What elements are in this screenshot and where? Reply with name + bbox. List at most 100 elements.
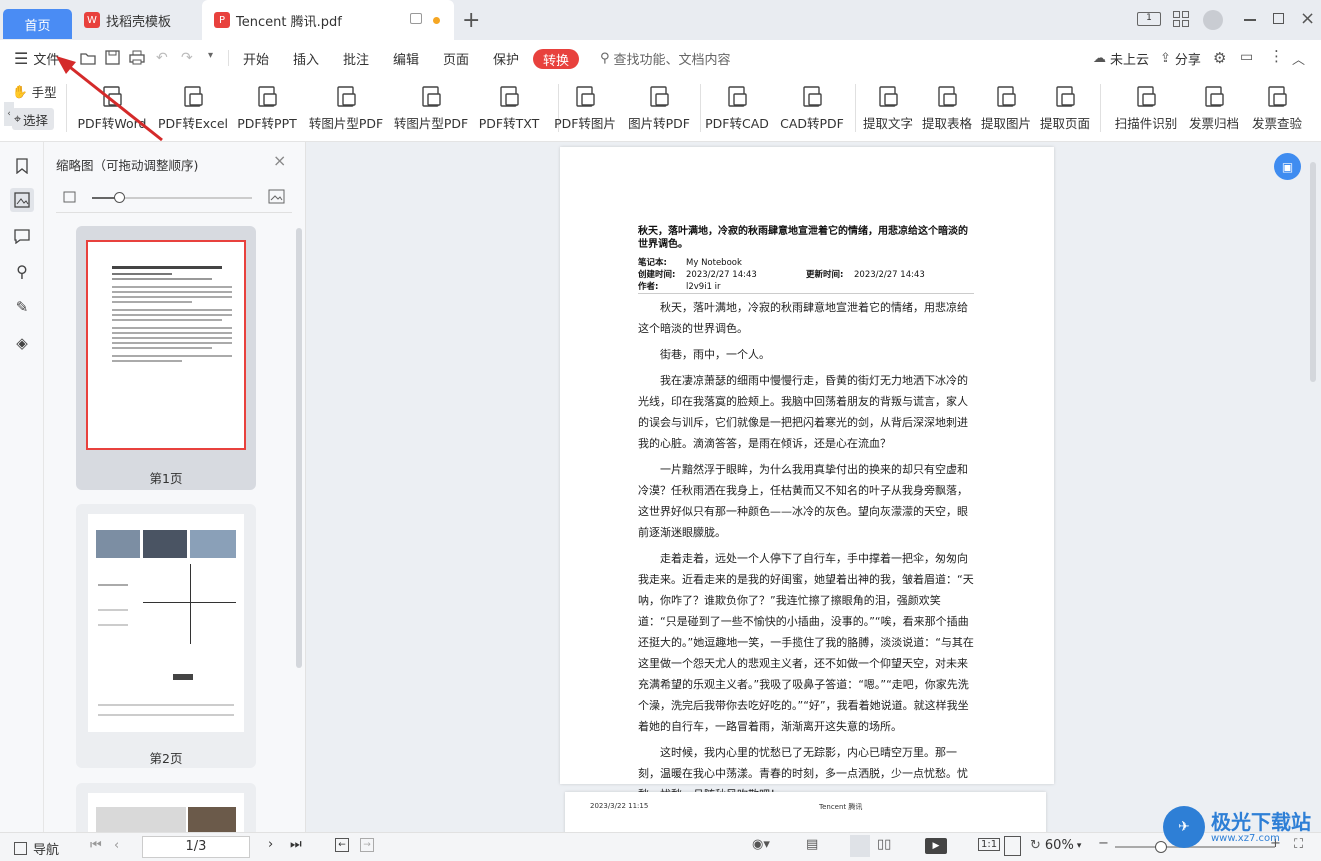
signature-icon[interactable]: ✎ (10, 295, 34, 319)
image-to-pdf-button[interactable]: 图片转PDF (614, 78, 704, 138)
minimize-icon[interactable] (1244, 19, 1256, 21)
cursor-icon: ⌖ (14, 111, 22, 126)
document-viewer: 秋天，落叶满地，冷寂的秋雨肆意地宣泄着它的情绪，用悲凉给这个暗淡的世界调色。 笔… (306, 142, 1321, 842)
prev-page-icon[interactable]: ‹ (114, 838, 119, 853)
ribbon-toolbar: ‹ ✋ 手型 ⌖ 选择 PDF转Word PDF转Excel PDF转PPT 转图片型PD… (0, 76, 1321, 142)
bookmark-icon[interactable] (10, 154, 34, 178)
page2-title: Tencent 腾讯 (819, 803, 863, 811)
fit-page-icon[interactable] (1004, 836, 1021, 856)
menu-page[interactable]: 页面 (443, 40, 469, 76)
pdf-to-ppt-label: PDF转PPT (237, 116, 297, 131)
tab-home-label: 首页 (24, 18, 51, 34)
avatar[interactable] (1203, 10, 1223, 30)
large-thumb-icon[interactable] (268, 189, 285, 204)
paragraph: 街巷，雨中，一个人。 (660, 348, 770, 361)
extract-page-button[interactable]: 提取页面 (1020, 78, 1110, 138)
thumbnail-scrollbar[interactable] (296, 228, 302, 668)
eye-protect-icon[interactable]: ◉▾ (752, 837, 770, 852)
unsaved-dot-icon (433, 17, 440, 24)
document-scrollbar[interactable] (1310, 162, 1316, 382)
zoom-dropdown[interactable]: ↻ 60% ▾ (1030, 838, 1081, 853)
scan-ocr-icon (1137, 86, 1156, 107)
pdf-to-ppt-button[interactable]: PDF转PPT (222, 78, 312, 138)
menu-protect[interactable]: 保护 (493, 40, 519, 76)
tab-home[interactable]: 首页 (3, 9, 72, 39)
redo-icon[interactable]: ↷ (181, 50, 193, 66)
grid-apps-icon[interactable] (1173, 11, 1189, 27)
menu-insert[interactable]: 插入 (293, 40, 319, 76)
menu-convert-active[interactable]: 转换 (533, 49, 580, 69)
single-page-icon[interactable]: ▤ (806, 837, 818, 852)
back-icon[interactable]: ← (335, 838, 349, 852)
to-image-pdf-button[interactable]: 转图片型PDF (301, 78, 391, 138)
comment-panel-icon[interactable] (10, 224, 34, 248)
page2-date: 2023/3/22 11:15 (590, 802, 649, 810)
to-image-pdf-2-button[interactable]: 转图片型PDF (386, 78, 476, 138)
tab-template-label: 找稻壳模板 (106, 14, 172, 30)
forward-icon[interactable]: → (360, 838, 374, 852)
collapse-ribbon-icon[interactable]: ︿ (1292, 49, 1305, 68)
select-tool[interactable]: ⌖ 选择 (12, 108, 54, 130)
menu-annotate[interactable]: 批注 (343, 40, 369, 76)
float-tool-icon[interactable]: ▣ (1274, 153, 1301, 180)
two-page-icon[interactable]: ▯▯ (877, 837, 891, 852)
quick-access-dropdown-icon[interactable]: ▾ (208, 50, 213, 61)
settings-gear-icon[interactable]: ⚙ (1213, 49, 1226, 67)
status-bar: 导航 ⏮ ‹ 1/3 › ⏭ ← → ◉▾ ▤ ▯▯ ▶ 1:1 ↻ 60% ▾ −… (0, 832, 1321, 861)
comment-icon[interactable]: ▭ (1240, 49, 1253, 65)
actual-size-icon[interactable]: 1:1 (978, 838, 1001, 851)
thumbnail-page-2[interactable]: 第2页 (76, 504, 256, 768)
pdf-to-txt-label: PDF转TXT (478, 116, 540, 131)
to-image-pdf-label: 转图片型PDF (308, 116, 384, 131)
attachment-icon[interactable]: ⚲ (10, 259, 34, 283)
maximize-icon[interactable] (1273, 13, 1284, 24)
play-icon[interactable]: ▶ (925, 838, 947, 854)
left-rail: ⚲ ✎ ◈ (0, 142, 44, 832)
thumbnail-page-2-label: 第2页 (149, 751, 183, 766)
tab-template[interactable]: W 找稻壳模板 (76, 0, 198, 40)
pdf-to-cad-label: PDF转CAD (705, 116, 769, 131)
zoom-out-icon[interactable]: − (1098, 836, 1109, 851)
thumbnail-page-3[interactable] (76, 783, 256, 832)
next-page-icon[interactable]: › (268, 837, 273, 852)
invoice-archive-icon (1205, 86, 1224, 107)
search-box[interactable]: ⚲ 查找功能、文档内容 (600, 40, 731, 76)
monitor-icon[interactable] (410, 13, 422, 24)
paragraph: 走着走着，远处一个人停下了自行车，手中撑着一把伞，匆匆向我走来。近看走来的是我的… (638, 552, 974, 733)
continuous-view-icon[interactable] (850, 835, 870, 857)
menu-start[interactable]: 开始 (243, 40, 269, 76)
tab-document[interactable]: P Tencent 腾讯.pdf (202, 0, 454, 40)
cloud-icon: ☁ (1093, 50, 1106, 66)
slider-handle[interactable] (114, 192, 125, 203)
small-thumb-icon[interactable] (63, 191, 76, 203)
close-panel-icon[interactable]: × (273, 151, 286, 170)
watermark: ✈ 极光下载站 www.xz7.com (1163, 806, 1311, 848)
cloud-status-button[interactable]: ☁ 未上云 (1093, 40, 1149, 76)
pdf-to-image-icon (576, 86, 595, 107)
pdf-to-ppt-icon (258, 86, 277, 107)
page-number-input[interactable]: 1/3 (142, 836, 250, 858)
search-icon: ⚲ (600, 50, 610, 66)
new-tab-plus-icon[interactable]: + (462, 8, 480, 33)
pdf-to-cad-icon (728, 86, 747, 107)
more-icon[interactable]: ⋮ (1269, 47, 1284, 65)
extract-table-icon (938, 86, 957, 107)
red-annotation-arrow (56, 56, 163, 142)
invoice-verify-label: 发票查验 (1251, 116, 1302, 131)
invoice-verify-button[interactable]: 发票查验 (1232, 78, 1321, 138)
menu-edit[interactable]: 编辑 (393, 40, 419, 76)
hand-icon: ✋ (12, 83, 28, 99)
last-page-icon[interactable]: ⏭ (290, 837, 302, 852)
page-number-icon[interactable]: 1 (1137, 12, 1161, 26)
thumbnail-page-1[interactable]: 第1页 (76, 226, 256, 490)
navigation-toggle[interactable]: 导航 (14, 839, 59, 858)
close-window-icon[interactable]: × (1300, 8, 1315, 29)
thumbnail-icon[interactable] (10, 188, 34, 212)
extract-text-icon (879, 86, 898, 107)
tab-bar: 首页 W 找稻壳模板 P Tencent 腾讯.pdf + 1 × (0, 0, 1321, 40)
first-page-icon[interactable]: ⏮ (90, 838, 102, 853)
nav-panel-icon (14, 842, 27, 855)
paragraph: 秋天，落叶满地，冷寂的秋雨肆意地宣泄着它的情绪，用悲凉给这个暗淡的世界调色。 (638, 301, 968, 335)
layers-icon[interactable]: ◈ (10, 331, 34, 355)
share-button[interactable]: ⇪ 分享 (1160, 40, 1201, 76)
